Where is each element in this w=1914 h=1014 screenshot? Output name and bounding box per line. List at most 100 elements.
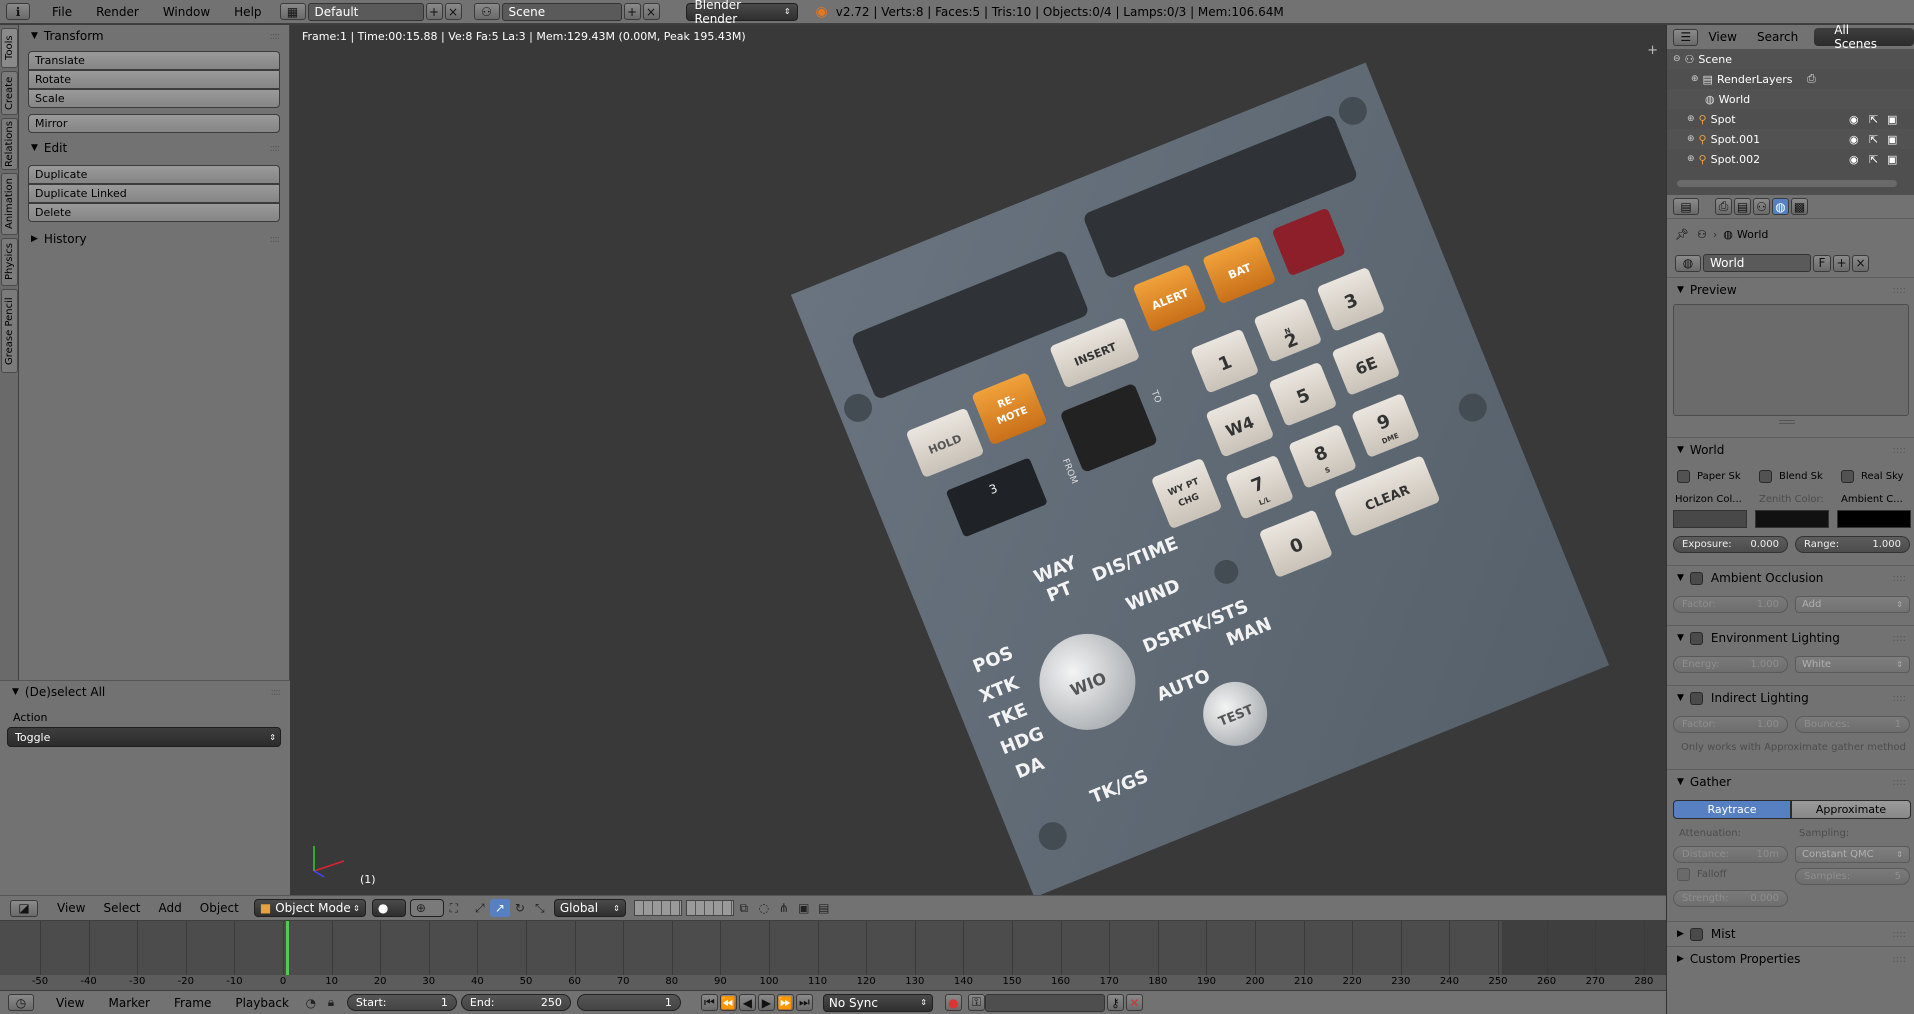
eye-icon[interactable]: ◉ — [1849, 113, 1859, 126]
tab-relations[interactable]: Relations — [1, 118, 18, 170]
object-mode-select[interactable]: ■ Object Mode ⇕ — [253, 899, 366, 917]
pin-icon[interactable]: 📌︎ — [1675, 228, 1689, 241]
ambient-occlusion-header[interactable]: ▼ Ambient Occlusion :::: — [1667, 566, 1914, 590]
menu-frame[interactable]: Frame — [162, 996, 223, 1010]
menu-timeline-view[interactable]: View — [44, 996, 96, 1010]
cursor-select-icon[interactable]: ⇱ — [1869, 133, 1878, 146]
transform-panel-header[interactable]: ▼ Transform :::: — [19, 25, 289, 47]
tab-animation[interactable]: Animation — [1, 173, 18, 235]
layer-buttons-a[interactable] — [633, 900, 682, 916]
end-frame-field[interactable]: End: 250 — [460, 994, 571, 1011]
menu-playback[interactable]: Playback — [223, 996, 301, 1010]
render-opengl-icon[interactable]: ▣ — [794, 899, 814, 917]
world-tab-icon[interactable]: ◍ — [1772, 198, 1789, 215]
horizon-color-swatch[interactable] — [1673, 510, 1747, 528]
env-color-select[interactable]: White ⇕ — [1795, 656, 1910, 673]
add-scene-icon[interactable]: + — [623, 3, 641, 20]
editor-type-timeline-icon[interactable]: ◷ — [8, 994, 34, 1011]
drag-grip-icon[interactable]: :::: — [270, 143, 281, 154]
menu-help[interactable]: Help — [222, 5, 273, 19]
ao-factor-field[interactable]: Factor: 1.00 — [1673, 596, 1788, 613]
outliner-item-renderlayers[interactable]: ⊕ ▤ RenderLayers ⎙ — [1667, 69, 1914, 89]
manipulator-icon[interactable]: ⤢ — [470, 899, 490, 917]
action-select[interactable]: Toggle ⇕ — [7, 727, 281, 747]
exposure-field[interactable]: Exposure: 0.000 — [1673, 536, 1788, 553]
viewport-shading-select[interactable]: ● — [371, 899, 406, 917]
sync-mode-select[interactable]: No Sync ⇕ — [822, 993, 933, 1012]
render-camera-icon[interactable]: ▣ — [1887, 113, 1897, 126]
drag-grip-icon[interactable]: :::: — [1893, 954, 1906, 965]
render-layers-tab-icon[interactable]: ▤ — [1734, 198, 1751, 215]
editor-type-info-icon[interactable]: ℹ — [6, 3, 30, 20]
world-panel-header[interactable]: ▼ World :::: — [1667, 438, 1914, 462]
tab-physics[interactable]: Physics — [1, 238, 18, 286]
mist-checkbox[interactable] — [1689, 927, 1703, 941]
custom-properties-header[interactable]: ▶ Custom Properties :::: — [1667, 947, 1914, 971]
outliner-item-spot[interactable]: ⊕ ⚲ Spot ◉ ⇱ ▣ — [1667, 109, 1914, 129]
cursor-select-icon[interactable]: ⇱ — [1869, 153, 1878, 166]
outliner-item-spot-001[interactable]: ⊕ ⚲ Spot.001 ◉ ⇱ ▣ — [1667, 129, 1914, 149]
menu-file[interactable]: File — [40, 5, 84, 19]
tab-grease-pencil[interactable]: Grease Pencil — [1, 289, 18, 373]
current-frame-indicator[interactable] — [286, 921, 289, 975]
screen-layout-icon[interactable]: ▦ — [279, 3, 306, 20]
editor-type-outliner-icon[interactable]: ☰ — [1673, 28, 1699, 46]
env-energy-field[interactable]: Energy: 1.000 — [1673, 656, 1788, 673]
add-screen-icon[interactable]: + — [425, 3, 443, 20]
jump-start-icon[interactable]: ⏮ — [700, 994, 718, 1011]
menu-object[interactable]: Object — [191, 901, 248, 915]
samples-field[interactable]: Samples: 5 — [1795, 868, 1910, 885]
indirect-lighting-checkbox[interactable] — [1689, 691, 1703, 705]
textured-plane-control-panel[interactable]: ALERT BAT INSERT HOLD RE- MOTE FROM TO 3 — [790, 62, 1610, 895]
remove-screen-icon[interactable]: × — [444, 3, 462, 20]
scene-tab-icon[interactable]: ⚇ — [1753, 198, 1770, 215]
render-engine-select[interactable]: Blender Render ⇕ — [685, 0, 798, 26]
lock-layers-icon[interactable]: ⧉ — [734, 899, 754, 917]
gather-header[interactable]: ▼ Gather :::: — [1667, 770, 1914, 794]
preview-panel-header[interactable]: ▼ Preview :::: — [1667, 278, 1914, 302]
environment-lighting-header[interactable]: ▼ Environment Lighting :::: — [1667, 626, 1914, 650]
jump-end-icon[interactable]: ⏭ — [795, 994, 813, 1011]
scene-field[interactable]: Scene — [501, 2, 622, 21]
render-layer-camera-icon[interactable]: ⎙ — [1807, 72, 1816, 86]
duplicate-linked-button[interactable]: Duplicate Linked — [28, 184, 280, 203]
render-camera-icon[interactable]: ▣ — [1887, 153, 1897, 166]
menu-render[interactable]: Render — [84, 5, 151, 19]
mirror-button[interactable]: Mirror — [28, 114, 280, 133]
display-mode-select[interactable]: All Scenes — [1814, 23, 1914, 51]
jump-next-keyframe-icon[interactable]: ⏩ — [776, 994, 794, 1011]
drag-grip-icon[interactable]: :::: — [1893, 445, 1906, 456]
outliner-menu-view[interactable]: View — [1698, 30, 1746, 44]
gather-approximate-button[interactable]: Approximate — [1791, 800, 1911, 819]
region-toggle-plus-icon[interactable]: + — [1647, 43, 1658, 58]
menu-add[interactable]: Add — [150, 901, 191, 915]
tab-create[interactable]: Create — [1, 71, 18, 115]
3d-viewport[interactable]: Frame:1 | Time:00:15.88 | Ve:8 Fa:5 La:3… — [290, 25, 1666, 895]
scale-manipulator-icon[interactable]: ⤡ — [530, 899, 550, 917]
keying-set-field[interactable] — [984, 993, 1105, 1012]
drag-grip-icon[interactable]: :::: — [1893, 929, 1906, 940]
lock-icon[interactable]: 🔒︎ — [321, 994, 341, 1012]
indirect-lighting-header[interactable]: ▼ Indirect Lighting :::: — [1667, 686, 1914, 710]
pivot-toggle-icon[interactable]: ⛶ — [444, 899, 464, 917]
editor-type-3dview-icon[interactable]: ◪ — [10, 899, 38, 917]
drag-grip-icon[interactable]: :::: — [1893, 285, 1906, 296]
expand-icon[interactable]: ⊕ — [1691, 74, 1699, 84]
record-icon[interactable]: ● — [944, 994, 962, 1011]
history-panel-header[interactable]: ▶ History :::: — [19, 228, 289, 250]
outliner-item-spot-002[interactable]: ⊕ ⚲ Spot.002 ◉ ⇱ ▣ — [1667, 149, 1914, 169]
expand-icon[interactable]: ⊕ — [1687, 154, 1695, 164]
outliner-item-scene[interactable]: ⊖ ⚇ Scene — [1667, 49, 1914, 69]
render-tab-icon[interactable]: ⎙ — [1715, 198, 1732, 215]
pivot-point-select[interactable]: ⊕ — [409, 899, 444, 917]
render-camera-icon[interactable]: ▣ — [1887, 133, 1897, 146]
edit-panel-header[interactable]: ▼ Edit :::: — [19, 137, 289, 159]
real-sky-checkbox[interactable] — [1841, 470, 1854, 483]
transform-orientation-select[interactable]: Global ⇕ — [553, 899, 626, 917]
play-reverse-icon[interactable]: ◀ — [738, 994, 756, 1011]
menu-window[interactable]: Window — [151, 5, 222, 19]
expand-icon[interactable]: ⊕ — [1687, 134, 1695, 144]
world-name-field[interactable]: World — [1703, 254, 1811, 272]
delete-button[interactable]: Delete — [28, 203, 280, 222]
sampling-select[interactable]: Constant QMC ⇕ — [1795, 846, 1910, 863]
